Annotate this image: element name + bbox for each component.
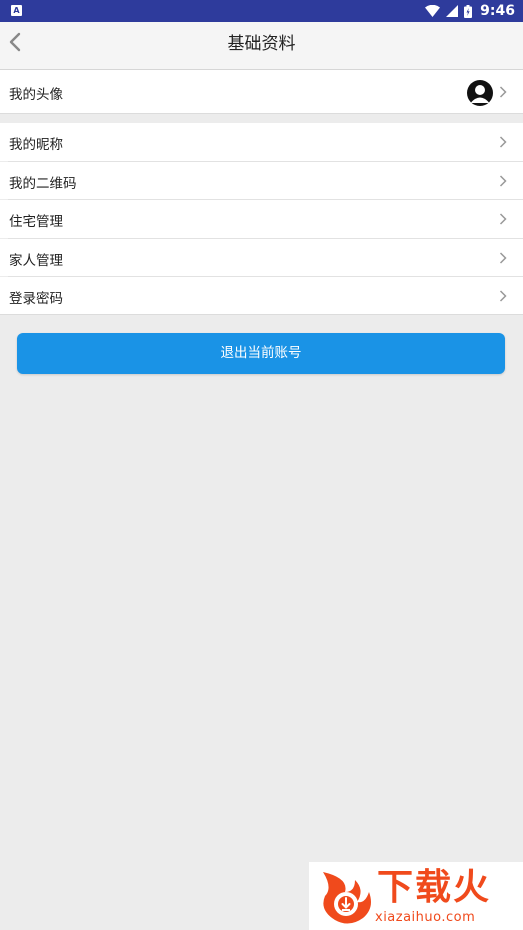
menu-item-nickname[interactable]: 我的昵称 xyxy=(0,123,523,161)
chevron-right-icon xyxy=(499,252,507,264)
chevron-right-icon xyxy=(499,175,507,187)
watermark: 下载火 xiazaihuo.com xyxy=(309,862,523,930)
chevron-right-icon xyxy=(499,213,507,225)
watermark-brand: 下载火 xyxy=(377,867,492,908)
menu-item-label: 登录密码 xyxy=(9,291,63,307)
status-icons: 9:46 xyxy=(425,0,515,22)
avatar xyxy=(467,80,493,106)
menu-item-label: 住宅管理 xyxy=(9,214,63,230)
chevron-right-icon xyxy=(499,86,507,98)
chevron-right-icon xyxy=(499,136,507,148)
clock: 9:46 xyxy=(480,3,515,19)
status-bar: A 9:46 xyxy=(0,0,523,22)
menu-item-label: 我的二维码 xyxy=(9,176,77,192)
flame-logo-icon xyxy=(323,872,371,924)
menu-item-residence[interactable]: 住宅管理 xyxy=(0,200,523,238)
logout-button[interactable]: 退出当前账号 xyxy=(17,333,505,374)
cellular-signal-icon xyxy=(446,5,459,17)
avatar-row-label: 我的头像 xyxy=(9,87,63,103)
watermark-url: xiazaihuo.com xyxy=(375,910,476,925)
battery-icon xyxy=(464,4,473,18)
menu-item-label: 我的昵称 xyxy=(9,137,63,153)
app-notification-icon: A xyxy=(11,5,22,16)
menu-item-password[interactable]: 登录密码 xyxy=(0,277,523,315)
chevron-right-icon xyxy=(499,290,507,302)
menu-item-qrcode[interactable]: 我的二维码 xyxy=(0,162,523,199)
menu-item-label: 家人管理 xyxy=(9,253,63,269)
wifi-icon xyxy=(425,5,441,17)
menu-item-family[interactable]: 家人管理 xyxy=(0,239,523,276)
page-title: 基础资料 xyxy=(227,34,296,54)
user-avatar-icon xyxy=(470,85,490,103)
avatar-row[interactable]: 我的头像 xyxy=(0,70,523,114)
header-bar: 基础资料 xyxy=(0,22,523,70)
